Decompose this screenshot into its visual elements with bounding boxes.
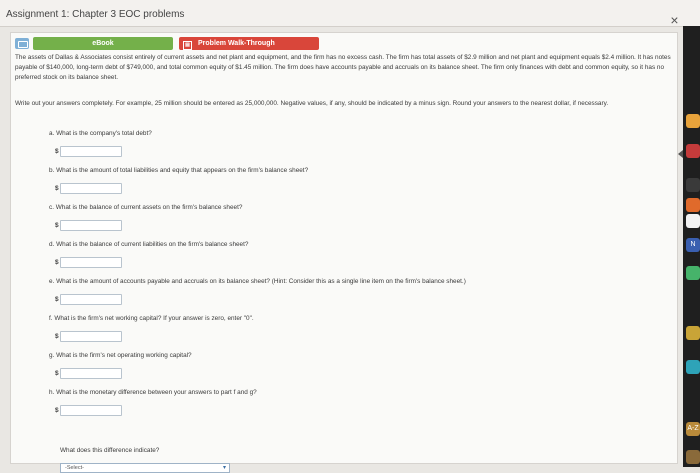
view-mode-icon[interactable] [15, 38, 29, 49]
question-g-label: g. What is the firm's net operating work… [49, 352, 192, 359]
tray-colorful-icon[interactable] [686, 114, 700, 128]
question-b-dollar: $ [55, 185, 59, 192]
tray-c-icon[interactable] [686, 266, 700, 280]
problem-walkthrough-tab[interactable]: ▤ Problem Walk-Through [179, 37, 319, 50]
walkthrough-tab-label: Problem Walk-Through [198, 40, 275, 47]
question-g-dollar: $ [55, 370, 59, 377]
question-c-dollar: $ [55, 222, 59, 229]
problem-statement: The assets of Dallas & Associates consis… [15, 54, 671, 81]
question-d-dollar: $ [55, 259, 59, 266]
tray-gold-icon[interactable] [686, 326, 700, 340]
tray-white-icon[interactable] [686, 214, 700, 228]
question-e-label: e. What is the amount of accounts payabl… [49, 278, 466, 285]
tray-bottom-icon[interactable] [686, 450, 700, 464]
question-f-label: f. What is the firm's net working capita… [49, 315, 254, 322]
question-c-label: c. What is the balance of current assets… [49, 204, 243, 211]
question-a-label: a. What is the company's total debt? [49, 130, 152, 137]
side-tray: N A-Z [683, 26, 700, 467]
problem-panel: eBook ▤ Problem Walk-Through The assets o… [10, 32, 678, 473]
window-title: Assignment 1: Chapter 3 EOC problems [6, 9, 185, 20]
tray-n-icon[interactable]: N [686, 238, 700, 252]
answer-e-input[interactable] [60, 294, 122, 305]
answer-c-input[interactable] [60, 220, 122, 231]
question-h-dollar: $ [55, 407, 59, 414]
mode-bar: eBook ▤ Problem Walk-Through [15, 37, 335, 50]
tray-teal-icon[interactable] [686, 360, 700, 374]
tray-red-dot-icon[interactable] [686, 144, 700, 158]
answer-a-input[interactable] [60, 146, 122, 157]
instructions: Write out your answers completely. For e… [15, 100, 609, 107]
dropdown-selected-value: -Select- [65, 465, 84, 471]
answer-b-input[interactable] [60, 183, 122, 194]
tray-collapse-arrow-icon[interactable] [670, 150, 683, 158]
question-e-dollar: $ [55, 296, 59, 303]
answer-h-input[interactable] [60, 405, 122, 416]
difference-question-label: What does this difference indicate? [60, 447, 160, 454]
close-icon[interactable]: × [668, 13, 681, 27]
tray-orange-icon[interactable] [686, 198, 700, 212]
question-f-dollar: $ [55, 333, 59, 340]
question-b-label: b. What is the amount of total liabiliti… [49, 167, 309, 174]
tray-dark-icon[interactable] [686, 178, 700, 192]
tray-az-icon[interactable]: A-Z [686, 422, 700, 436]
answer-g-input[interactable] [60, 368, 122, 379]
walkthrough-book-icon: ▤ [183, 41, 192, 50]
ebook-tab[interactable]: eBook [33, 37, 173, 50]
answer-d-input[interactable] [60, 257, 122, 268]
chevron-down-icon: ▾ [222, 465, 226, 471]
question-a-dollar: $ [55, 148, 59, 155]
answer-f-input[interactable] [60, 331, 122, 342]
question-d-label: d. What is the balance of current liabil… [49, 241, 249, 248]
window-title-bar: Assignment 1: Chapter 3 EOC problems [0, 0, 700, 27]
question-h-label: h. What is the monetary difference betwe… [49, 389, 257, 396]
difference-select-dropdown[interactable]: -Select- ▾ [60, 463, 230, 473]
